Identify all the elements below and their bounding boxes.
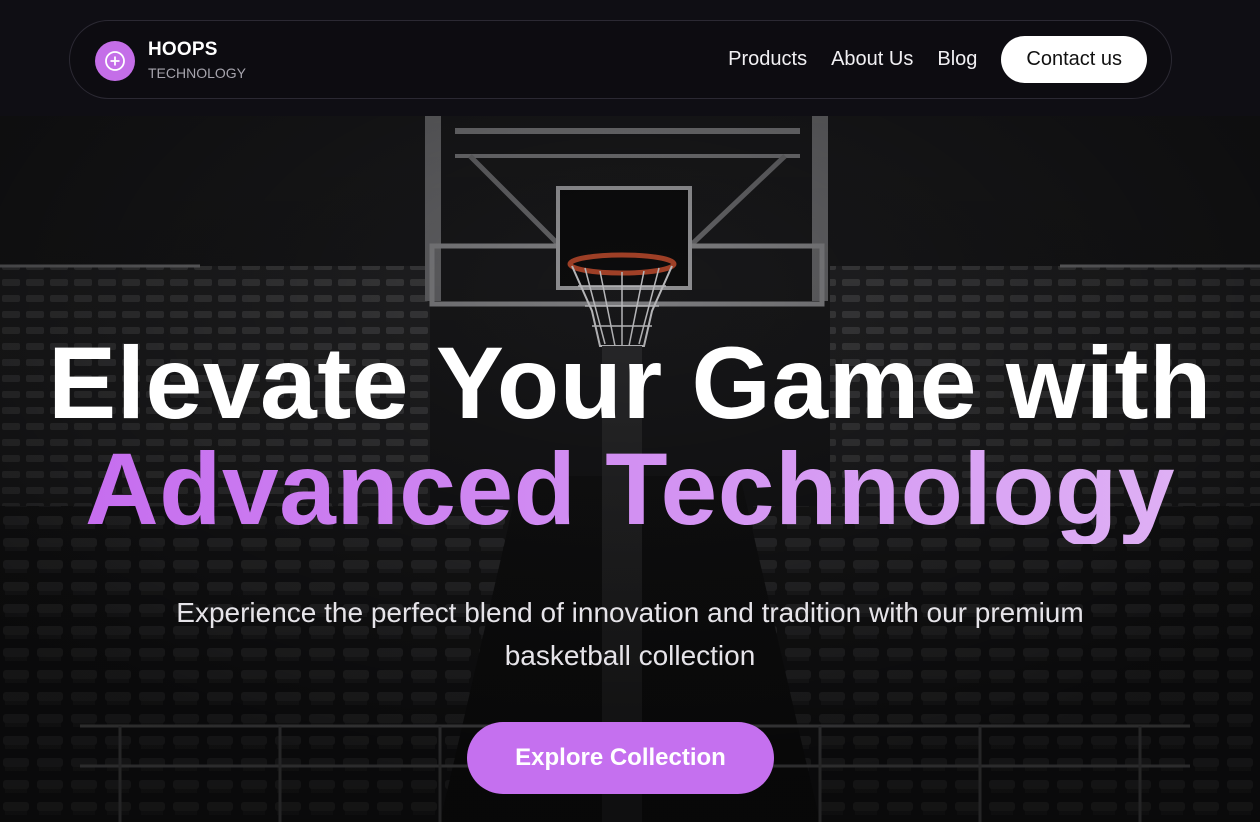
- brand-text: HOOPS TECHNOLOGY: [148, 39, 246, 83]
- contact-us-button[interactable]: Contact us: [1001, 36, 1147, 83]
- plus-circle-icon: [95, 41, 135, 81]
- header: HOOPS TECHNOLOGY Products About Us Blog …: [0, 0, 1260, 116]
- nav-link-products[interactable]: Products: [728, 48, 807, 71]
- brand-name: HOOPS: [148, 39, 218, 60]
- nav-links: Products About Us Blog Contact us: [728, 36, 1147, 83]
- brand[interactable]: HOOPS TECHNOLOGY: [95, 39, 246, 83]
- navbar: HOOPS TECHNOLOGY Products About Us Blog …: [69, 20, 1172, 99]
- explore-collection-button[interactable]: Explore Collection: [467, 722, 774, 794]
- nav-link-about-us[interactable]: About Us: [831, 48, 913, 71]
- nav-link-blog[interactable]: Blog: [937, 48, 977, 71]
- hero-headline-line2: Advanced Technology: [0, 434, 1260, 544]
- hero-headline-line1: Elevate Your Game with: [48, 326, 1212, 440]
- hero-section: Elevate Your Game with Advanced Technolo…: [0, 116, 1260, 822]
- brand-subtitle: TECHNOLOGY: [148, 65, 247, 81]
- hero-subtitle: Experience the perfect blend of innovati…: [176, 597, 1084, 671]
